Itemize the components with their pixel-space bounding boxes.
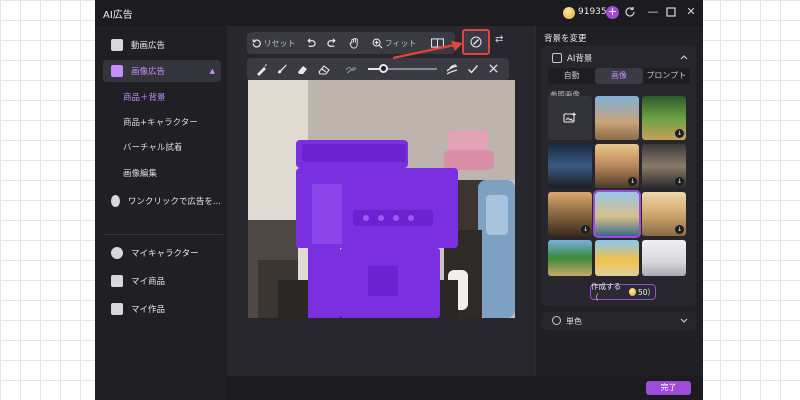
reference-thumbnail[interactable]: ↓ bbox=[642, 192, 686, 236]
feather-icon[interactable] bbox=[445, 62, 459, 76]
sidebar-item-my-works[interactable]: マイ作品 bbox=[103, 298, 221, 320]
cancel-x-icon[interactable] bbox=[488, 63, 499, 74]
canvas-area: リセット フィット ⇄ bbox=[227, 26, 535, 376]
ai-background-icon bbox=[552, 53, 562, 63]
tab-image[interactable]: 画像 bbox=[595, 68, 643, 84]
app-title: AI広告 bbox=[103, 10, 133, 21]
close-icon[interactable]: ✕ bbox=[683, 4, 699, 20]
background-panel: 背景を変更 AI背景 自動 画像 プロンプト 参照画像 ↓ ↓ ↓ ↓ ↓ 作成… bbox=[535, 26, 703, 376]
download-icon[interactable]: ↓ bbox=[675, 177, 684, 186]
brush-icon bbox=[470, 36, 482, 48]
add-image-icon bbox=[563, 112, 576, 123]
minimize-icon[interactable]: — bbox=[645, 4, 661, 20]
sidebar-item-my-product[interactable]: マイ商品 bbox=[103, 270, 221, 292]
sidebar-item-label: マイ作品 bbox=[131, 305, 166, 315]
reference-thumbnail[interactable] bbox=[548, 240, 592, 276]
bottom-bar bbox=[227, 376, 703, 400]
title-bar: AI広告 919358 + — ✕ bbox=[95, 0, 703, 26]
sidebar-item-image-ad[interactable]: 画像広告 ▲ bbox=[103, 60, 221, 82]
panel-title: 背景を変更 bbox=[544, 34, 587, 44]
reference-thumbnail[interactable]: ↓ bbox=[548, 192, 592, 236]
sidebar-item-label: 動画広告 bbox=[131, 41, 166, 51]
one-click-icon bbox=[111, 195, 120, 207]
reference-thumbnail[interactable]: ↓ bbox=[642, 96, 686, 140]
divider bbox=[103, 234, 223, 235]
chevron-down-icon bbox=[680, 318, 688, 323]
tab-prompt[interactable]: プロンプト bbox=[643, 68, 690, 84]
reference-thumbnail[interactable] bbox=[595, 240, 639, 276]
ai-background-header[interactable]: AI背景 bbox=[552, 52, 592, 64]
product-photo bbox=[248, 80, 515, 318]
reference-thumbnail[interactable] bbox=[642, 240, 686, 276]
sidebar-item-label: 画像広告 bbox=[131, 67, 166, 77]
brush-toolbar bbox=[247, 58, 509, 80]
chevron-up-icon: ▲ bbox=[209, 67, 215, 75]
download-icon[interactable]: ↓ bbox=[581, 225, 590, 234]
person-icon bbox=[111, 247, 123, 259]
coin-icon bbox=[563, 7, 575, 19]
refresh-icon[interactable] bbox=[623, 5, 637, 19]
reference-thumbnail-selected[interactable] bbox=[593, 190, 641, 238]
solid-color-label: 単色 bbox=[566, 317, 582, 326]
undo-icon[interactable] bbox=[299, 32, 321, 54]
palette-icon bbox=[552, 316, 561, 325]
coin-icon bbox=[628, 288, 636, 296]
done-button[interactable]: 完了 bbox=[646, 381, 691, 395]
sidebar-subitem-virtual-tryon[interactable]: バーチャル試着 bbox=[123, 141, 182, 153]
download-icon[interactable]: ↓ bbox=[628, 177, 637, 186]
add-credits-button[interactable]: + bbox=[606, 6, 619, 19]
smart-brush-icon[interactable] bbox=[255, 62, 269, 76]
upload-image-button[interactable] bbox=[548, 96, 592, 140]
reset-label: リセット bbox=[263, 38, 296, 48]
create-label: 作成する（ bbox=[591, 282, 621, 302]
reference-thumbnail[interactable] bbox=[548, 144, 592, 188]
folder-icon bbox=[111, 303, 123, 315]
confirm-check-icon[interactable] bbox=[467, 63, 479, 75]
reset-button[interactable]: リセット bbox=[247, 32, 299, 54]
sidebar: 動画広告 画像広告 ▲ 商品＋背景 商品+キャラクター バーチャル試着 画像編集… bbox=[95, 26, 227, 400]
annotation-arrow bbox=[392, 41, 463, 60]
eraser-icon[interactable] bbox=[317, 62, 331, 76]
sidebar-subitem-product-background[interactable]: 商品＋背景 bbox=[123, 91, 166, 103]
section-title: AI背景 bbox=[567, 54, 593, 64]
product-icon bbox=[111, 275, 123, 287]
reset-icon bbox=[252, 38, 261, 48]
reference-thumbnail[interactable]: ↓ bbox=[642, 144, 686, 188]
create-cost: 50） bbox=[637, 287, 655, 297]
video-icon bbox=[111, 39, 123, 51]
tab-auto[interactable]: 自動 bbox=[548, 68, 595, 84]
reference-thumbnail[interactable] bbox=[595, 96, 639, 140]
download-icon[interactable]: ↓ bbox=[675, 225, 684, 234]
sidebar-item-label: ワンクリックで広告を... bbox=[127, 197, 221, 207]
sidebar-subitem-image-edit[interactable]: 画像編集 bbox=[123, 167, 157, 179]
maximize-icon[interactable] bbox=[663, 4, 679, 20]
brush-size-slider-track[interactable] bbox=[387, 68, 437, 70]
solid-color-section[interactable]: 単色 bbox=[542, 312, 696, 330]
brush-icon[interactable] bbox=[275, 62, 289, 76]
redo-icon[interactable] bbox=[321, 32, 343, 54]
brush-size-slider-handle[interactable] bbox=[379, 64, 388, 73]
product-image-canvas[interactable] bbox=[248, 80, 515, 318]
download-icon[interactable]: ↓ bbox=[675, 129, 684, 138]
sidebar-item-label: マイ商品 bbox=[131, 277, 166, 287]
sidebar-item-my-character[interactable]: マイキャラクター bbox=[103, 242, 221, 264]
image-icon bbox=[111, 65, 123, 77]
app-window: AI広告 919358 + — ✕ 動画広告 画像広告 ▲ 商品＋背景 商品+キ… bbox=[95, 0, 703, 400]
smart-eraser-icon[interactable] bbox=[296, 62, 310, 76]
chevron-up-icon[interactable] bbox=[680, 54, 688, 60]
sidebar-subitem-product-character[interactable]: 商品+キャラクター bbox=[123, 116, 198, 128]
sidebar-item-label: マイキャラクター bbox=[131, 249, 199, 259]
sidebar-item-one-click-ad[interactable]: ワンクリックで広告を... bbox=[103, 190, 221, 212]
reference-thumbnail[interactable]: ↓ bbox=[595, 144, 639, 188]
zoom-icon bbox=[372, 38, 383, 48]
thickness-icon bbox=[345, 66, 357, 74]
create-button[interactable]: 作成する（ 50） bbox=[590, 282, 656, 302]
swap-icon[interactable]: ⇄ bbox=[495, 34, 509, 48]
mode-tabs: 自動 画像 プロンプト bbox=[548, 68, 690, 84]
sidebar-item-video-ad[interactable]: 動画広告 bbox=[103, 34, 221, 56]
ai-background-section: AI背景 自動 画像 プロンプト 参照画像 ↓ ↓ ↓ ↓ ↓ 作成する（ 50… bbox=[542, 46, 696, 306]
hand-pan-icon[interactable] bbox=[343, 32, 365, 54]
